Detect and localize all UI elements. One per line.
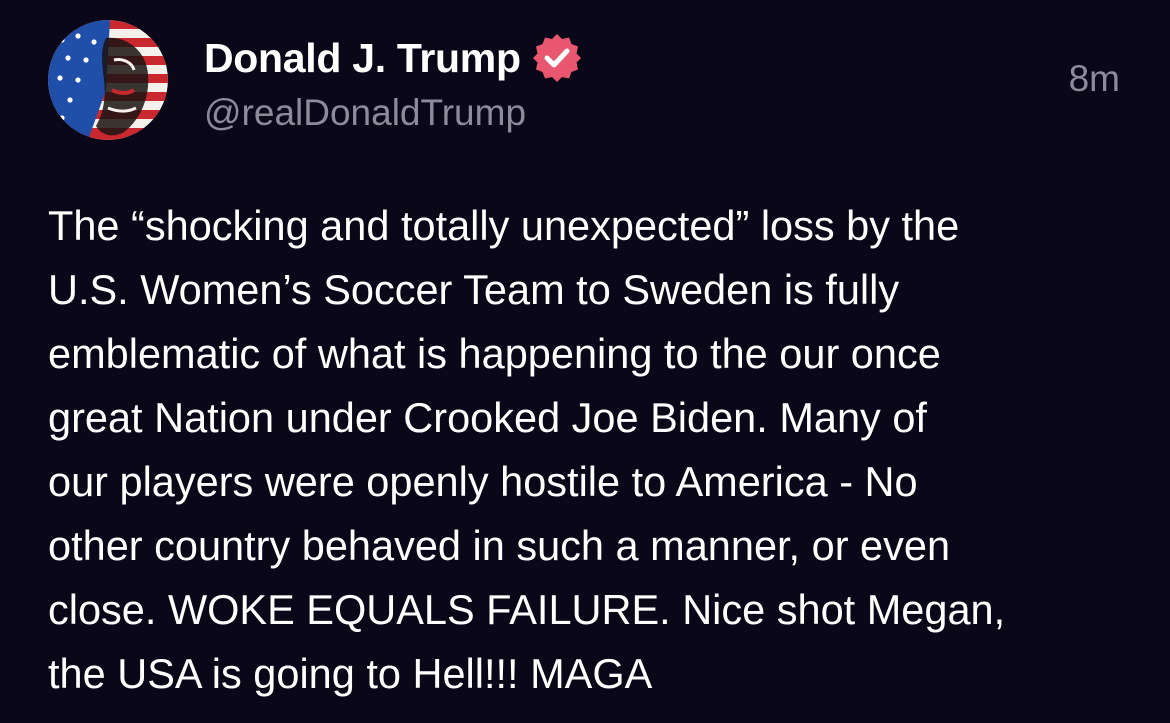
author-display-name[interactable]: Donald J. Trump <box>204 35 521 82</box>
post-body: The “shocking and totally unexpected” lo… <box>48 194 1128 706</box>
post-body-line: emblematic of what is happening to the o… <box>48 330 941 377</box>
post-body-line: our players were openly hostile to Ameri… <box>48 458 918 505</box>
post-body-line: U.S. Women’s Soccer Team to Sweden is fu… <box>48 266 900 313</box>
post-body-line: other country behaved in such a manner, … <box>48 522 951 569</box>
post-timestamp[interactable]: 8m <box>1069 58 1120 100</box>
post-body-line: great Nation under Crooked Joe Biden. Ma… <box>48 394 927 441</box>
post-body-line: the USA is going to Hell!!! MAGA <box>48 650 653 697</box>
post-body-line: close. WOKE EQUALS FAILURE. Nice shot Me… <box>48 586 1006 633</box>
avatar-flag-portrait-icon <box>48 20 168 140</box>
verified-badge-icon <box>532 34 581 82</box>
post-card: Donald J. Trump @realDonaldTrump 8m The … <box>0 0 1170 723</box>
avatar[interactable] <box>48 20 168 140</box>
author-handle[interactable]: @realDonaldTrump <box>204 92 526 134</box>
post-body-line: The “shocking and totally unexpected” lo… <box>48 202 960 249</box>
author-name-row: Donald J. Trump <box>204 30 581 86</box>
